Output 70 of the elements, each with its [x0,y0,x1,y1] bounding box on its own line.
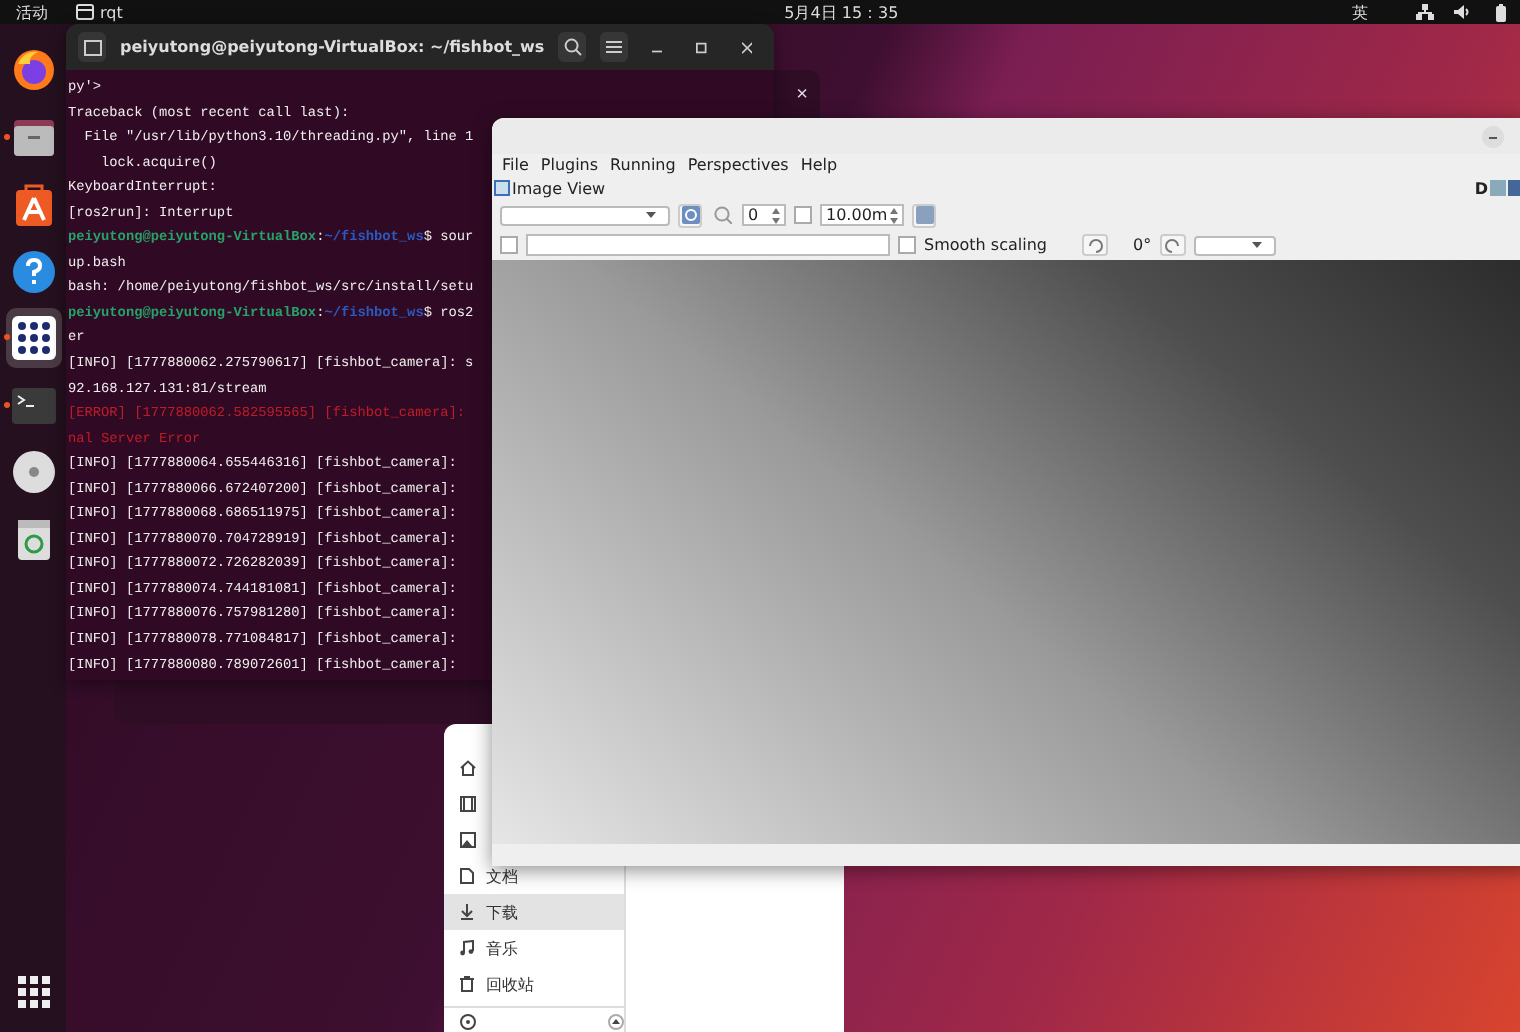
trash-icon [460,976,474,992]
color-scheme-dropdown[interactable] [1193,235,1276,255]
sidebar-item[interactable]: 下载 [444,894,624,930]
volume-icon[interactable] [1454,4,1472,20]
disc-icon[interactable] [460,1014,476,1030]
help-icon[interactable] [11,249,55,293]
checkbox[interactable] [500,236,518,254]
caret-icon [646,212,656,218]
minimize-icon[interactable] [1482,125,1504,147]
rotate-right-button[interactable] [1159,234,1186,256]
sidebar-item[interactable]: 音乐 [454,930,524,966]
folder-icon[interactable] [11,117,55,157]
caret-icon [1251,242,1262,248]
search-button[interactable] [558,32,587,62]
film-icon [460,796,476,812]
menu-item[interactable]: Perspectives [687,156,789,174]
topic-field[interactable] [526,234,890,256]
zoom-spinbox[interactable]: 0 [742,204,786,226]
plugin-title: Image View [512,179,606,197]
music-note-icon [460,940,474,956]
document-icon [460,868,474,884]
zoom-icon [713,206,731,224]
image-icon [460,832,476,848]
image-icon [915,206,933,224]
window-icon [76,4,94,20]
window-title: peiyutong@peiyutong-VirtualBox: ~/fishbot_ws [120,38,545,56]
rotate-left-button[interactable] [1082,234,1109,256]
refresh-icon [681,206,699,224]
disc-icon[interactable] [11,450,55,494]
spin-arrows-icon [772,207,780,223]
trash-icon[interactable] [15,517,51,561]
menu-item[interactable]: Running [610,156,676,174]
new-tab-button[interactable] [78,32,107,62]
clock[interactable]: 5月4日 15：35 [784,1,899,23]
app-grid-icon[interactable] [11,316,55,360]
battery-icon[interactable] [1492,3,1508,21]
help-button[interactable]: D [1474,179,1488,197]
close-icon[interactable] [741,41,752,53]
menu-item[interactable]: Plugins [540,156,599,174]
rotate-icon [1164,237,1181,253]
menu-item[interactable]: File [502,156,529,174]
show-apps-icon[interactable] [17,976,49,1008]
max-range-spinbox[interactable]: 10.00m [820,204,904,226]
activities-button[interactable]: 活动 [16,1,64,23]
rotation-label: 0° [1132,236,1152,254]
search-icon [563,38,582,56]
spin-arrows-icon [890,207,898,223]
checkbox[interactable] [794,206,812,224]
app-menu[interactable]: rqt [76,3,123,21]
home-icon [460,760,476,776]
eject-icon[interactable] [608,1014,624,1030]
network-icon[interactable] [1416,4,1434,20]
checkbox[interactable] [898,236,916,254]
browser-icon[interactable] [11,48,55,92]
menu-item[interactable]: Help [800,156,838,174]
image-icon [494,180,510,196]
terminal-icon[interactable] [11,387,55,423]
sidebar-item[interactable]: 回收站 [454,966,540,1002]
new-tab-icon [83,39,101,55]
refresh-button[interactable] [678,203,702,227]
close-button[interactable]: × [792,84,812,106]
rotate-icon [1087,237,1104,253]
store-bag-icon[interactable] [13,182,53,226]
maximize-icon[interactable] [696,41,708,53]
menu-icon [606,40,623,54]
menu-button[interactable] [600,32,629,62]
input-method-indicator[interactable]: 英 [1352,1,1368,23]
sidebar-item[interactable]: 文档 [454,858,524,894]
smooth-scaling-label: Smooth scaling [924,236,1047,254]
download-icon [460,904,474,920]
